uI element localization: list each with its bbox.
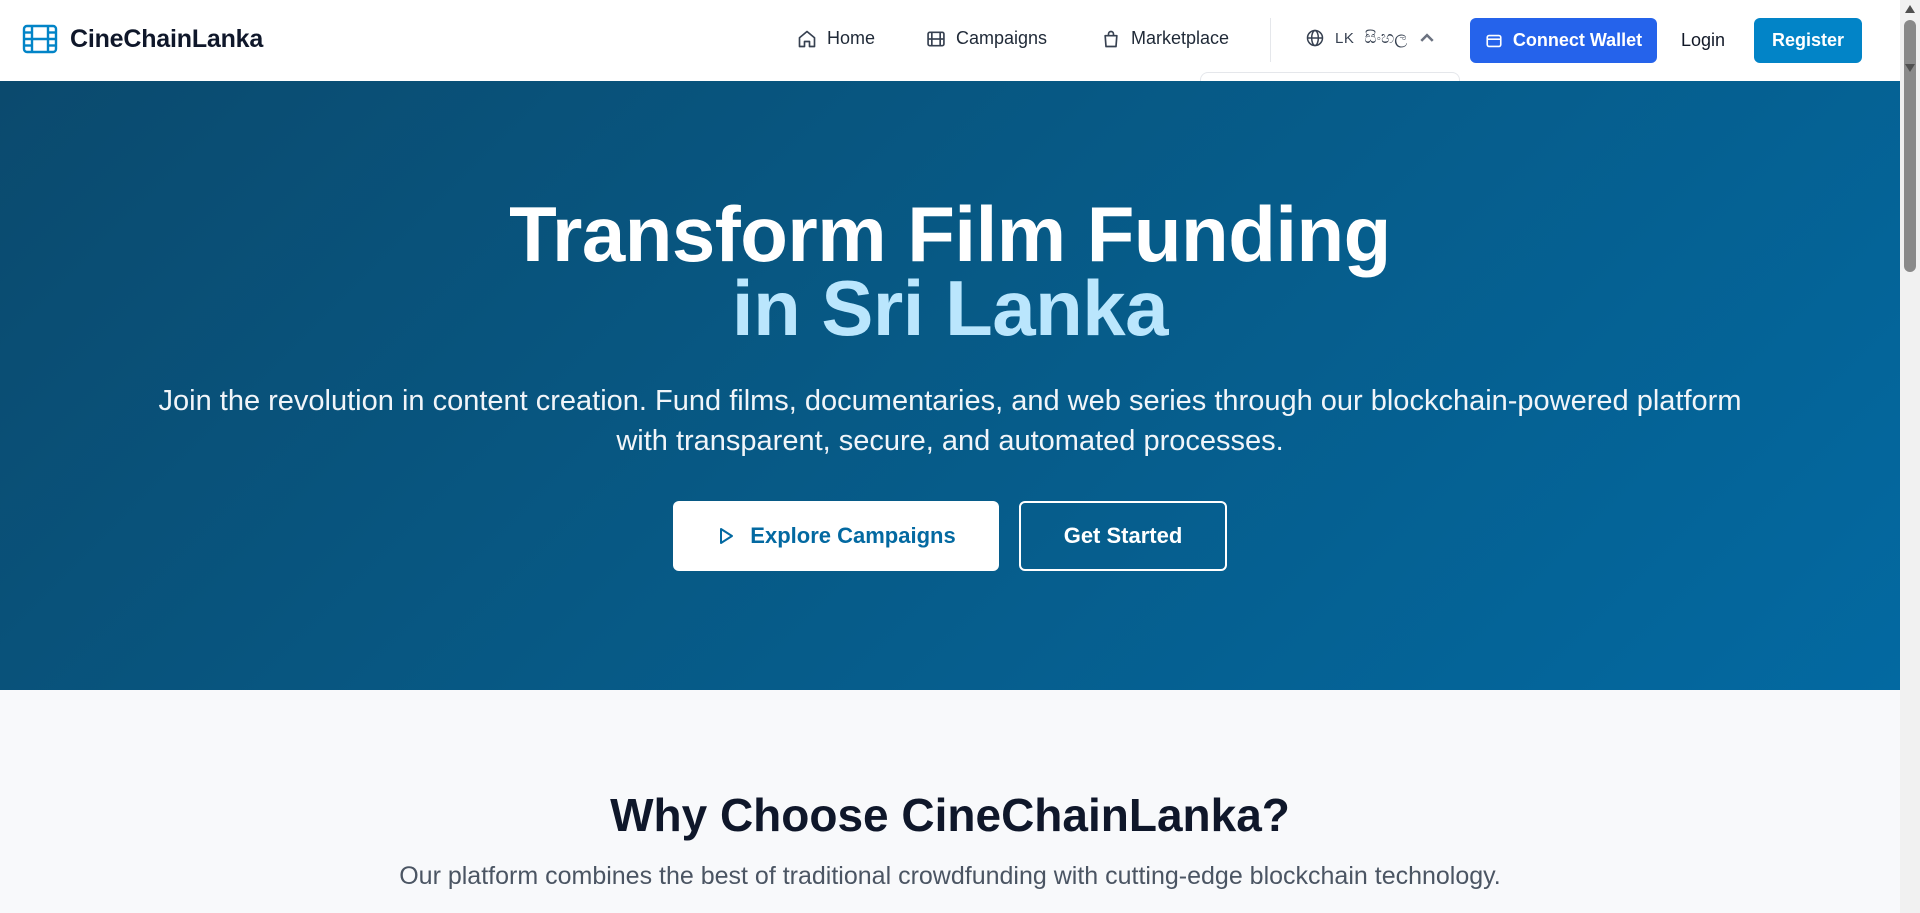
login-button[interactable]: Login (1681, 30, 1725, 51)
scroll-down-arrow-icon[interactable] (1905, 64, 1915, 72)
features-section: Why Choose CineChainLanka? Our platform … (0, 690, 1900, 913)
connect-wallet-label: Connect Wallet (1512, 30, 1643, 50)
hero-subtitle-line2: with transparent, secure, and automated … (616, 425, 1284, 457)
brand-name: CineChainLanka (70, 24, 264, 53)
hero-subtitle: Join the revolution in content creation.… (40, 381, 1860, 461)
hero-title-line1: Transform Film Funding (509, 190, 1391, 278)
scrollbar-thumb[interactable] (1904, 20, 1916, 272)
nav-marketplace-label: Marketplace (1131, 28, 1230, 48)
scroll-up-arrow-icon[interactable] (1905, 5, 1915, 13)
explore-campaigns-button[interactable]: Explore Campaigns (673, 501, 999, 571)
globe-icon (1306, 29, 1324, 47)
brand-logo[interactable]: CineChainLanka (22, 24, 263, 54)
page-scrollbar[interactable] (1900, 0, 1920, 913)
play-icon (720, 528, 734, 544)
film-strip-icon (927, 31, 945, 46)
nav-marketplace[interactable]: Marketplace (1101, 28, 1229, 49)
hero-subtitle-line1: Join the revolution in content creation.… (158, 385, 1742, 417)
language-code: LK (1335, 29, 1355, 47)
features-title: Why Choose CineChainLanka? (610, 789, 1290, 841)
language-name: සිංහල (1364, 28, 1408, 47)
get-started-button[interactable]: Get Started (1019, 501, 1227, 571)
nav-campaigns-label: Campaigns (956, 28, 1048, 48)
language-selector[interactable]: LK සිංහල (1305, 28, 1437, 48)
wallet-icon (1486, 34, 1502, 47)
shopping-bag-icon (1104, 30, 1118, 47)
film-icon (22, 24, 58, 54)
hero-title-line2: in Sri Lanka (731, 264, 1169, 352)
connect-wallet-button[interactable]: Connect Wallet (1470, 18, 1657, 63)
hero-actions: Explore Campaigns Get Started (0, 501, 1900, 571)
features-subtitle: Our platform combines the best of tradit… (399, 862, 1501, 890)
register-button[interactable]: Register (1754, 18, 1862, 63)
nav-campaigns[interactable]: Campaigns (926, 28, 1047, 49)
top-nav-bar: CineChainLanka Home Campaigns Marketplac… (0, 0, 1900, 84)
hero-section: Transform Film Funding in Sri Lanka Join… (0, 81, 1900, 690)
explore-campaigns-label: Explore Campaigns (750, 523, 956, 548)
home-icon (798, 30, 816, 47)
nav-home[interactable]: Home (797, 28, 875, 49)
hero-title: Transform Film Funding in Sri Lanka (0, 190, 1900, 352)
chevron-up-icon (1420, 33, 1434, 42)
nav-home-label: Home (827, 28, 876, 48)
nav-divider (1270, 18, 1271, 62)
